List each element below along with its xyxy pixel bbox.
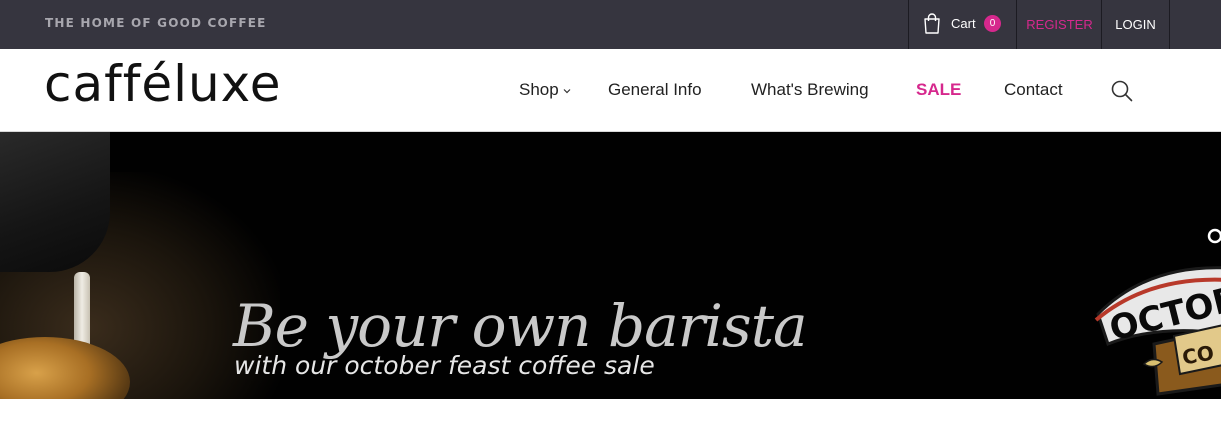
october-feast-badge: OCTOB CO: [1094, 228, 1221, 396]
login-link[interactable]: LOGIN: [1102, 0, 1169, 49]
hero-title: Be your own barista: [233, 292, 808, 360]
nav-general-info[interactable]: General Info: [608, 80, 702, 100]
cart-button[interactable]: Cart 0: [909, 0, 1016, 49]
nav-whats-brewing[interactable]: What's Brewing: [751, 80, 869, 100]
top-bar: THE HOME OF GOOD COFFEE Cart 0 REGISTER …: [0, 0, 1221, 49]
hero-subtitle: with our october feast coffee sale: [234, 351, 655, 380]
cart-label: Cart: [951, 16, 976, 31]
shopping-bag-icon: [924, 13, 940, 34]
site-tagline: THE HOME OF GOOD COFFEE: [45, 16, 267, 30]
nav-shop[interactable]: Shop: [519, 80, 559, 100]
chevron-down-icon[interactable]: [563, 87, 571, 95]
main-header: cafféluxe Shop General Info What's Brewi…: [0, 49, 1221, 132]
nav-sale[interactable]: SALE: [916, 80, 961, 100]
nav-contact[interactable]: Contact: [1004, 80, 1063, 100]
cart-count-badge: 0: [984, 15, 1001, 32]
search-icon[interactable]: [1111, 80, 1133, 102]
hero-banner[interactable]: Be your own barista with our october fea…: [0, 132, 1221, 399]
divider: [1169, 0, 1170, 49]
site-logo[interactable]: cafféluxe: [44, 55, 282, 113]
milk-pitcher-image: [0, 132, 110, 272]
register-link[interactable]: REGISTER: [1017, 0, 1102, 49]
